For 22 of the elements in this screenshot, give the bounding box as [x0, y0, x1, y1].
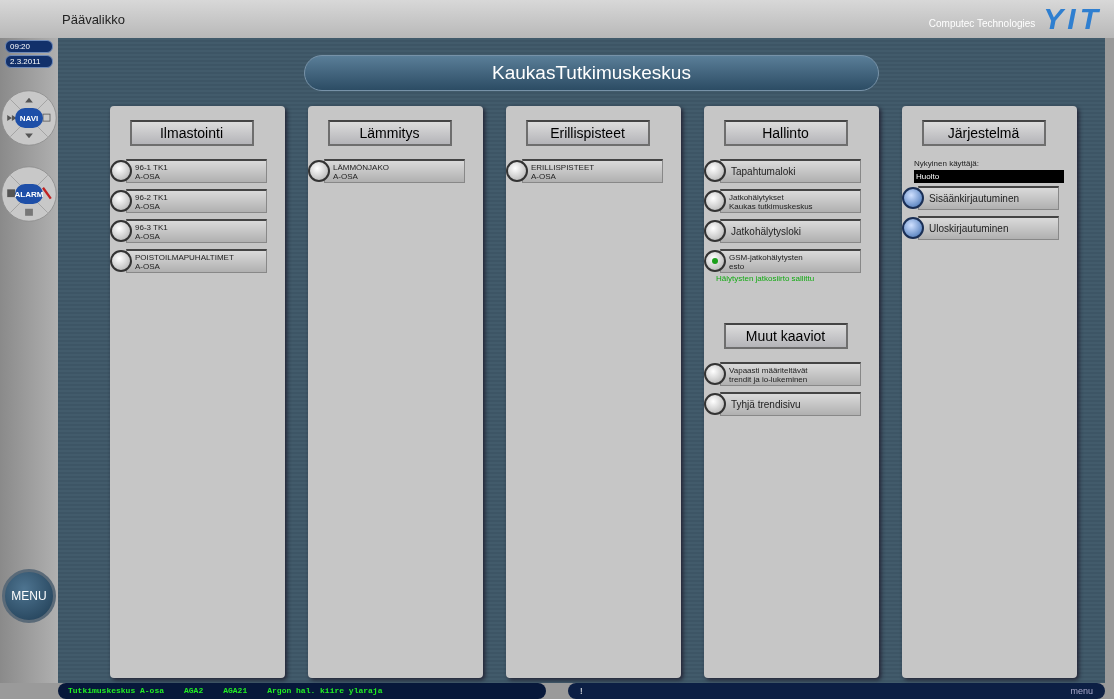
menu-link[interactable]: menu [1070, 686, 1093, 696]
clock-time: 09:20 [5, 40, 53, 53]
user-label: Nykyinen käyttäjä: [914, 159, 980, 168]
section-header: Muut kaaviot [723, 323, 848, 349]
alarm-field: Argon hal. kiire ylaraja [267, 686, 383, 699]
section-header: Hallinto [723, 120, 848, 146]
user-field[interactable]: Huolto [914, 170, 1064, 183]
logo: YIT [1043, 2, 1102, 36]
section-header: Ilmastointi [129, 120, 254, 146]
clock-date: 2.3.2011 [5, 55, 53, 68]
menu-button[interactable]: MENU [2, 569, 56, 623]
vendor-name: Computec Technologies [928, 17, 1036, 29]
window-title: Päävalikko [62, 11, 126, 27]
section-header: Järjestelmä [921, 120, 1046, 146]
site-title: KaukasTutkimuskeskus [304, 55, 879, 91]
status-note: Hälytysten jatkosiirto sallittu [716, 274, 816, 283]
section-header: Erillispisteet [525, 120, 650, 146]
alarm-field: AGA2 [184, 686, 204, 699]
section-header: Lämmitys [327, 120, 452, 146]
alarm-field: AGA21 [223, 686, 248, 699]
alarm-field: Tutkimuskeskus A-osa [68, 686, 164, 699]
alert-indicator: ! [580, 686, 583, 696]
